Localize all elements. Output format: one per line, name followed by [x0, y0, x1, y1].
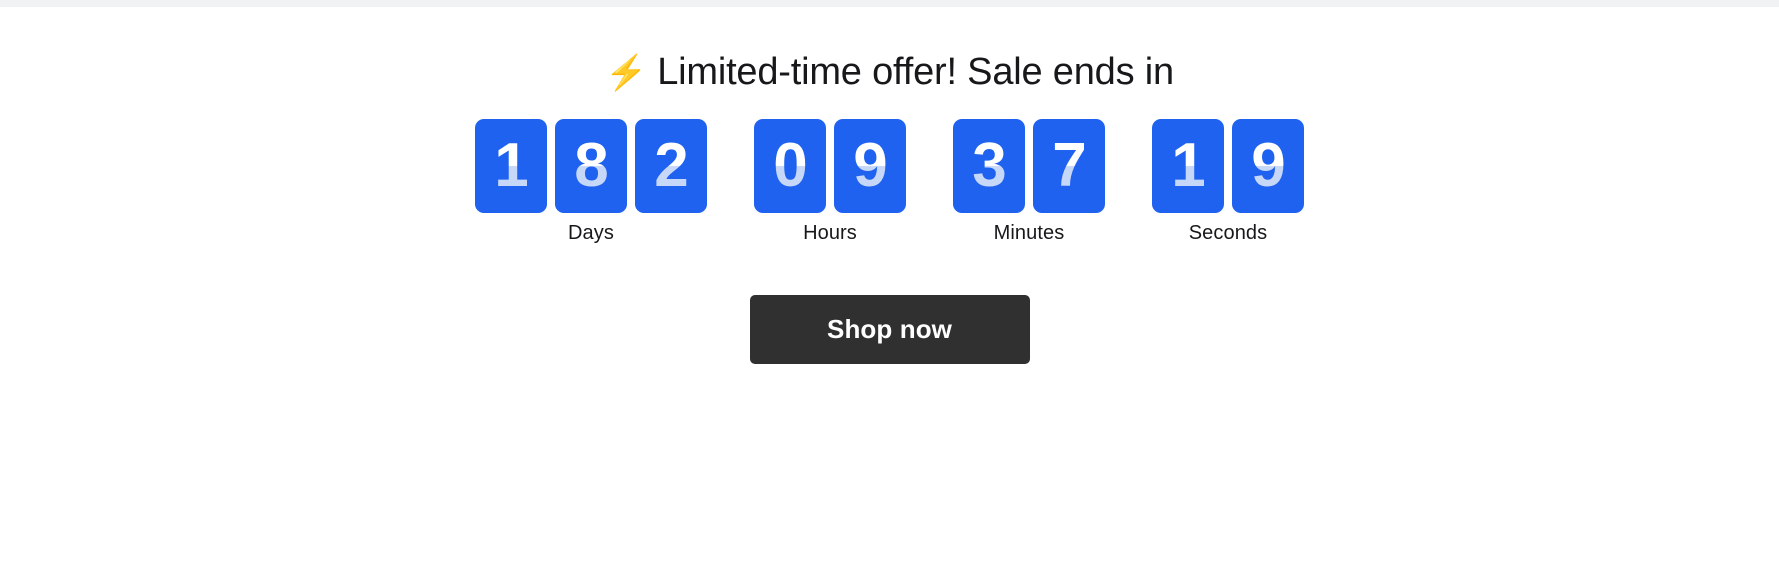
promo-banner-page: ⚡ Limited-time offer! Sale ends in 1 8 2…	[0, 0, 1779, 584]
digit-value: 1	[1171, 130, 1205, 200]
countdown-promo-banner: ⚡ Limited-time offer! Sale ends in 1 8 2…	[0, 7, 1779, 364]
digit-tile: 3	[953, 118, 1025, 213]
digit-value: 0	[773, 130, 807, 200]
countdown-unit-minutes: 3 7 Minutes	[953, 118, 1105, 245]
digit-tiles-minutes: 3 7	[953, 118, 1105, 213]
digit-value: 7	[1052, 130, 1086, 200]
top-edge-strip	[0, 0, 1779, 7]
digit-tile: 1	[1152, 118, 1224, 213]
page-title: ⚡ Limited-time offer! Sale ends in	[605, 51, 1174, 94]
digit-value: 1	[494, 130, 528, 200]
digit-tile: 9	[834, 118, 906, 213]
shop-now-button[interactable]: Shop now	[749, 294, 1030, 364]
digit-tile: 7	[1033, 118, 1105, 213]
countdown-unit-seconds: 1 9 Seconds	[1152, 118, 1304, 245]
digit-tiles-days: 1 8 2	[475, 118, 707, 213]
digit-tile: 0	[754, 118, 826, 213]
digit-value: 3	[972, 130, 1006, 200]
digit-tile: 2	[635, 118, 707, 213]
digit-tile: 8	[555, 118, 627, 213]
digit-value: 9	[1251, 130, 1285, 200]
digit-tile: 1	[475, 118, 547, 213]
countdown-unit-label: Days	[568, 221, 614, 244]
digit-tile: 9	[1232, 118, 1304, 213]
digit-value: 8	[574, 130, 608, 200]
digit-value: 2	[654, 130, 688, 200]
headline-text: Limited-time offer! Sale ends in	[657, 51, 1174, 93]
digit-tiles-seconds: 1 9	[1152, 118, 1304, 213]
digit-value: 9	[853, 130, 887, 200]
high-voltage-icon: ⚡	[605, 53, 648, 92]
countdown-unit-label: Hours	[803, 221, 857, 244]
countdown-unit-days: 1 8 2 Days	[475, 118, 707, 245]
countdown-timer: 1 8 2 Days 0 9 Hours 3 7 Minutes 1 9 Sec…	[475, 118, 1304, 245]
countdown-unit-label: Seconds	[1188, 221, 1268, 244]
countdown-unit-label: Minutes	[993, 221, 1065, 244]
digit-tiles-hours: 0 9	[754, 118, 906, 213]
countdown-unit-hours: 0 9 Hours	[754, 118, 906, 245]
